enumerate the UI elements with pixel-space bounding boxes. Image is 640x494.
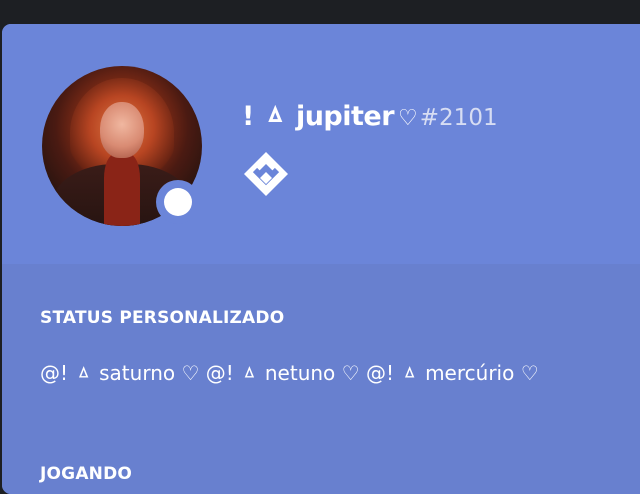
heart-icon: ♡ <box>398 106 418 131</box>
username[interactable]: ! ㅿ jupiter <box>242 94 395 133</box>
status-indicator-icon <box>164 188 192 216</box>
playing-heading: JOGANDO <box>40 464 133 484</box>
custom-status-heading: STATUS PERSONALIZADO <box>40 308 285 328</box>
user-profile-card: ! ㅿ jupiter ♡ #2101 <box>2 24 640 494</box>
window-top-strip <box>0 0 640 24</box>
profile-header: ! ㅿ jupiter ♡ #2101 <box>2 24 640 264</box>
hypesquad-badge-icon[interactable] <box>242 150 290 198</box>
avatar-face <box>100 102 144 158</box>
username-row: ! ㅿ jupiter ♡ #2101 <box>242 94 498 133</box>
custom-status-text: @! ㅿ saturno ♡ @! ㅿ netuno ♡ @! ㅿ mercúr… <box>40 361 539 385</box>
avatar-sweater <box>104 154 140 226</box>
discriminator: #2101 <box>419 105 498 131</box>
diamond-badge-icon <box>244 152 288 196</box>
avatar-container[interactable] <box>42 66 202 226</box>
